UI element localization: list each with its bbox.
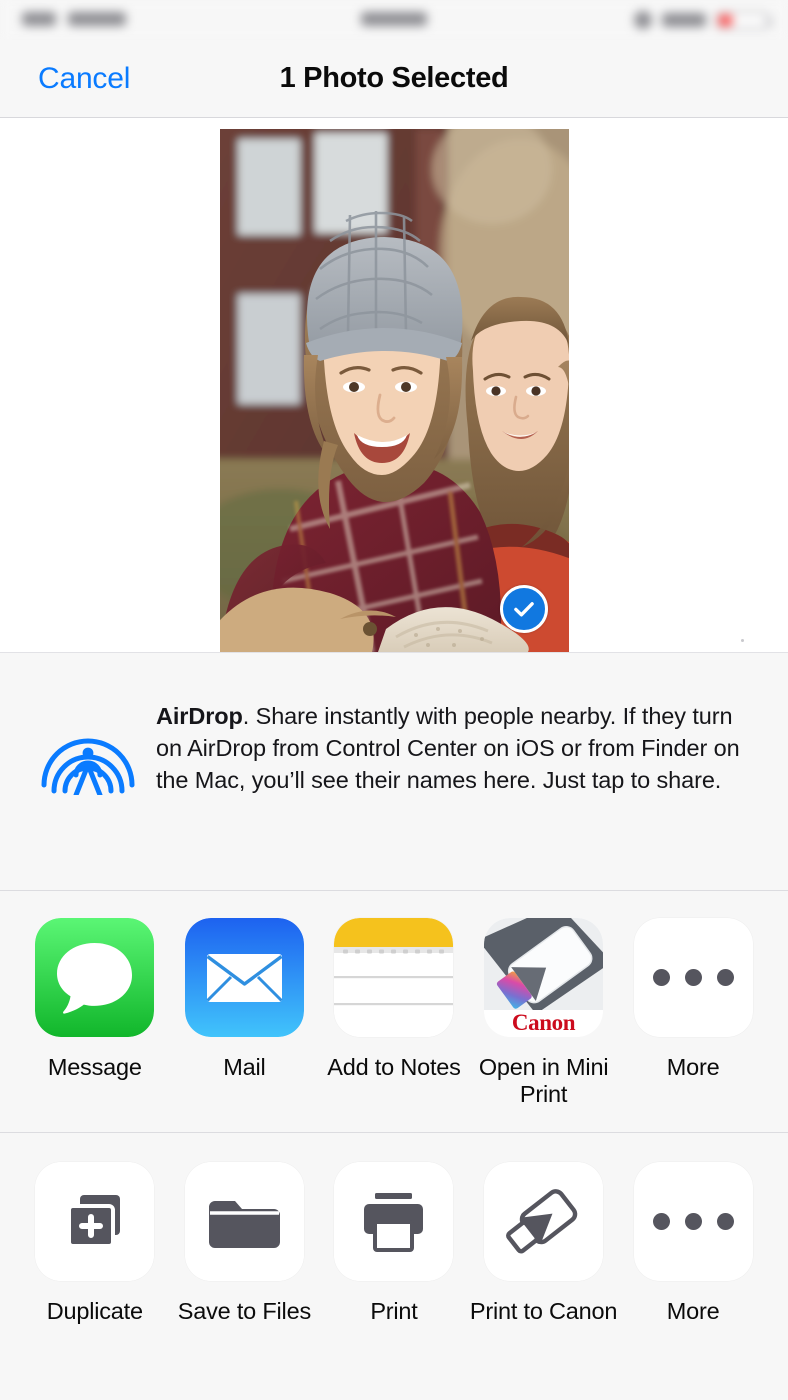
share-target-notes[interactable]: Add to Notes [319, 918, 469, 1081]
share-target-label: Mail [223, 1054, 266, 1080]
status-bar-right [634, 11, 772, 29]
airdrop-body: . Share instantly with people nearby. If… [156, 703, 740, 793]
share-target-label: More [666, 1054, 720, 1080]
duplicate-icon [35, 1162, 155, 1281]
share-target-mail[interactable]: Mail [170, 918, 320, 1081]
navigation-bar: Cancel 1 Photo Selected [0, 40, 788, 118]
action-label: More [666, 1298, 720, 1324]
action-label: Print [370, 1298, 418, 1324]
action-print-to-canon[interactable]: Print to Canon [469, 1162, 619, 1325]
action-label: Save to Files [177, 1298, 312, 1324]
airdrop-icon [34, 699, 142, 795]
preview-page-dot [741, 639, 744, 642]
canon-printer-icon [484, 1162, 604, 1281]
battery-icon [716, 11, 772, 29]
page-title: 1 Photo Selected [279, 62, 509, 94]
status-bar-left [22, 12, 126, 26]
mail-icon [184, 918, 304, 1037]
action-save-to-files[interactable]: Save to Files [170, 1162, 320, 1325]
photo-preview-section [0, 118, 788, 653]
airdrop-title: AirDrop [156, 703, 243, 729]
printer-icon [334, 1162, 454, 1281]
share-target-message[interactable]: Message [20, 918, 170, 1081]
share-sheet-screen: Cancel 1 Photo Selected AirDrop. Share i… [0, 0, 788, 1400]
action-label: Duplicate [46, 1298, 143, 1324]
notes-icon [334, 918, 454, 1037]
airdrop-section[interactable]: AirDrop. Share instantly with people nea… [0, 653, 788, 891]
more-dots-icon [633, 1162, 753, 1281]
airdrop-description: AirDrop. Share instantly with people nea… [142, 699, 754, 797]
status-bar [0, 0, 788, 40]
messages-icon [35, 918, 155, 1037]
svg-text:Canon: Canon [512, 1010, 576, 1035]
more-dots-icon [633, 918, 753, 1037]
share-target-label: Message [47, 1054, 142, 1080]
selected-photo[interactable] [219, 129, 569, 652]
action-duplicate[interactable]: Duplicate [20, 1162, 170, 1325]
status-bar-clock [361, 12, 427, 26]
cancel-button[interactable]: Cancel [38, 62, 130, 96]
share-target-mini-print[interactable]: Canon Open in Mini Print [469, 918, 619, 1109]
folder-icon [184, 1162, 304, 1281]
action-print[interactable]: Print [319, 1162, 469, 1325]
share-target-label: Open in Mini Print [478, 1054, 609, 1108]
action-more[interactable]: More [618, 1162, 768, 1325]
share-target-label: Add to Notes [327, 1054, 461, 1080]
canon-mini-print-icon: Canon [484, 918, 604, 1037]
share-apps-row: Message Mail Add to Notes Canon Open in … [0, 891, 788, 1133]
photo-selected-checkmark[interactable] [499, 585, 548, 633]
share-target-more-apps[interactable]: More [618, 918, 768, 1081]
share-actions-row: Duplicate Save to Files Print Print to C… [0, 1133, 788, 1383]
action-label: Print to Canon [469, 1298, 618, 1324]
photo-thumbnail[interactable] [219, 129, 569, 652]
